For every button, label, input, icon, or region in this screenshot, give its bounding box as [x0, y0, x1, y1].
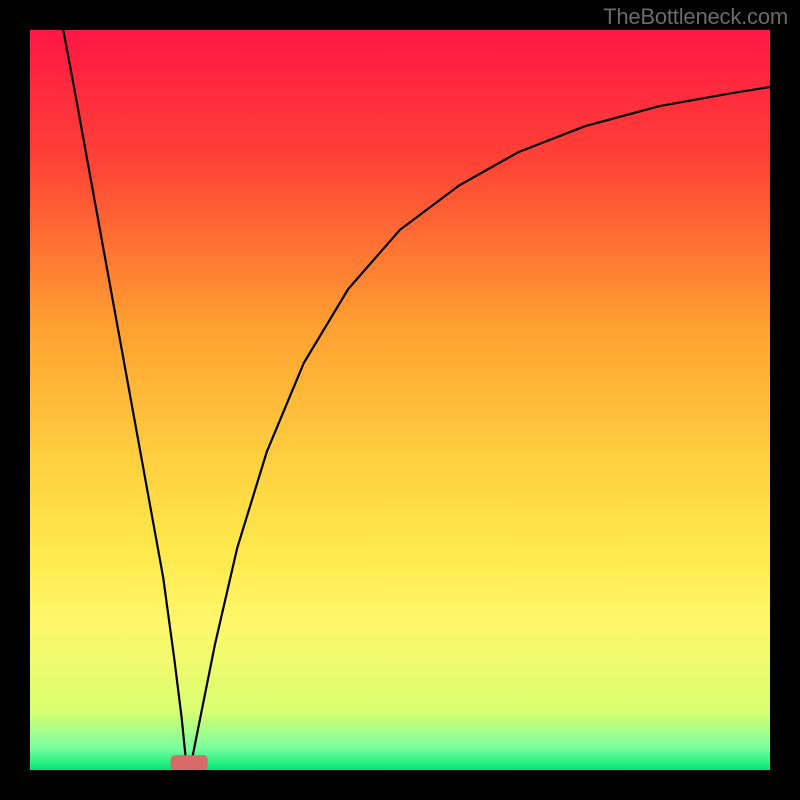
watermark-text: TheBottleneck.com: [603, 4, 788, 30]
gradient-background: [30, 30, 770, 770]
chart-svg: [30, 30, 770, 770]
optimum-marker: [171, 755, 208, 770]
chart-plot-area: [30, 30, 770, 770]
